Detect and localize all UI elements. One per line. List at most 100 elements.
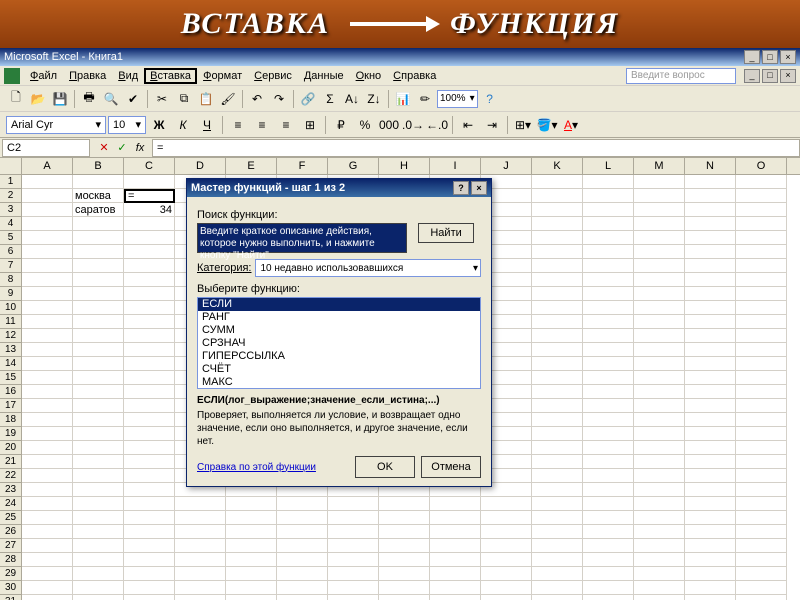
sort-desc-icon[interactable]: Z↓: [364, 89, 384, 109]
cell-L1[interactable]: [583, 175, 634, 189]
doc-minimize-button[interactable]: _: [744, 69, 760, 83]
cell-D27[interactable]: [175, 539, 226, 553]
font-color-icon[interactable]: A▾: [560, 115, 582, 135]
cell-M30[interactable]: [634, 581, 685, 595]
row-header[interactable]: 24: [0, 497, 22, 511]
cell-L13[interactable]: [583, 343, 634, 357]
cell-A13[interactable]: [22, 343, 73, 357]
cell-A21[interactable]: [22, 455, 73, 469]
row-header[interactable]: 31: [0, 595, 22, 600]
row-header[interactable]: 29: [0, 567, 22, 581]
cell-L11[interactable]: [583, 315, 634, 329]
cell-C16[interactable]: [124, 385, 175, 399]
spell-icon[interactable]: ✔: [123, 89, 143, 109]
column-header[interactable]: M: [634, 158, 685, 174]
cell-B9[interactable]: [73, 287, 124, 301]
cell-B4[interactable]: [73, 217, 124, 231]
row-header[interactable]: 28: [0, 553, 22, 567]
cell-B5[interactable]: [73, 231, 124, 245]
column-header[interactable]: D: [175, 158, 226, 174]
underline-button[interactable]: Ч: [196, 115, 218, 135]
function-option[interactable]: РАНГ: [198, 311, 480, 324]
cell-K25[interactable]: [532, 511, 583, 525]
cell-C1[interactable]: [124, 175, 175, 189]
cell-N27[interactable]: [685, 539, 736, 553]
column-header[interactable]: K: [532, 158, 583, 174]
cell-B16[interactable]: [73, 385, 124, 399]
cell-B30[interactable]: [73, 581, 124, 595]
row-header[interactable]: 8: [0, 273, 22, 287]
column-header[interactable]: O: [736, 158, 787, 174]
cell-N17[interactable]: [685, 399, 736, 413]
cell-K27[interactable]: [532, 539, 583, 553]
cell-E26[interactable]: [226, 525, 277, 539]
print-icon[interactable]: 🖶: [79, 89, 99, 109]
cell-M21[interactable]: [634, 455, 685, 469]
column-header[interactable]: A: [22, 158, 73, 174]
cancel-button[interactable]: Отмена: [421, 456, 481, 478]
cell-K31[interactable]: [532, 595, 583, 600]
cell-F31[interactable]: [277, 595, 328, 600]
cell-N2[interactable]: [685, 189, 736, 203]
cell-I28[interactable]: [430, 553, 481, 567]
cell-N7[interactable]: [685, 259, 736, 273]
cell-J31[interactable]: [481, 595, 532, 600]
cell-A9[interactable]: [22, 287, 73, 301]
cell-D29[interactable]: [175, 567, 226, 581]
cell-N29[interactable]: [685, 567, 736, 581]
cell-O2[interactable]: [736, 189, 787, 203]
dec-decimal-icon[interactable]: ←.0: [426, 115, 448, 135]
cell-M11[interactable]: [634, 315, 685, 329]
cell-N1[interactable]: [685, 175, 736, 189]
cell-K1[interactable]: [532, 175, 583, 189]
cell-A28[interactable]: [22, 553, 73, 567]
cell-C23[interactable]: [124, 483, 175, 497]
cell-M22[interactable]: [634, 469, 685, 483]
cell-D31[interactable]: [175, 595, 226, 600]
menu-item-файл[interactable]: Файл: [24, 68, 63, 84]
formula-input[interactable]: =: [152, 139, 800, 157]
italic-button[interactable]: К: [172, 115, 194, 135]
cell-D28[interactable]: [175, 553, 226, 567]
cell-B23[interactable]: [73, 483, 124, 497]
cell-N22[interactable]: [685, 469, 736, 483]
row-header[interactable]: 15: [0, 371, 22, 385]
cell-K22[interactable]: [532, 469, 583, 483]
cell-K6[interactable]: [532, 245, 583, 259]
cell-C25[interactable]: [124, 511, 175, 525]
cell-O22[interactable]: [736, 469, 787, 483]
cell-L5[interactable]: [583, 231, 634, 245]
cell-B6[interactable]: [73, 245, 124, 259]
column-header[interactable]: L: [583, 158, 634, 174]
cell-K9[interactable]: [532, 287, 583, 301]
menu-item-вид[interactable]: Вид: [112, 68, 144, 84]
cell-M15[interactable]: [634, 371, 685, 385]
inc-decimal-icon[interactable]: .0→: [402, 115, 424, 135]
cell-M31[interactable]: [634, 595, 685, 600]
name-box[interactable]: C2: [2, 139, 90, 157]
cell-M6[interactable]: [634, 245, 685, 259]
row-header[interactable]: 23: [0, 483, 22, 497]
cell-A2[interactable]: [22, 189, 73, 203]
cell-H27[interactable]: [379, 539, 430, 553]
cell-L30[interactable]: [583, 581, 634, 595]
column-header[interactable]: I: [430, 158, 481, 174]
cell-M18[interactable]: [634, 413, 685, 427]
dec-indent-icon[interactable]: ⇤: [457, 115, 479, 135]
bold-button[interactable]: Ж: [148, 115, 170, 135]
cell-C3[interactable]: 34: [124, 203, 175, 217]
cell-E28[interactable]: [226, 553, 277, 567]
cell-L18[interactable]: [583, 413, 634, 427]
cell-O13[interactable]: [736, 343, 787, 357]
cell-M16[interactable]: [634, 385, 685, 399]
cell-A22[interactable]: [22, 469, 73, 483]
cell-N25[interactable]: [685, 511, 736, 525]
cell-A27[interactable]: [22, 539, 73, 553]
cell-B28[interactable]: [73, 553, 124, 567]
cell-L19[interactable]: [583, 427, 634, 441]
close-button[interactable]: ×: [780, 50, 796, 64]
cell-H26[interactable]: [379, 525, 430, 539]
cell-D24[interactable]: [175, 497, 226, 511]
cell-E31[interactable]: [226, 595, 277, 600]
cell-O17[interactable]: [736, 399, 787, 413]
